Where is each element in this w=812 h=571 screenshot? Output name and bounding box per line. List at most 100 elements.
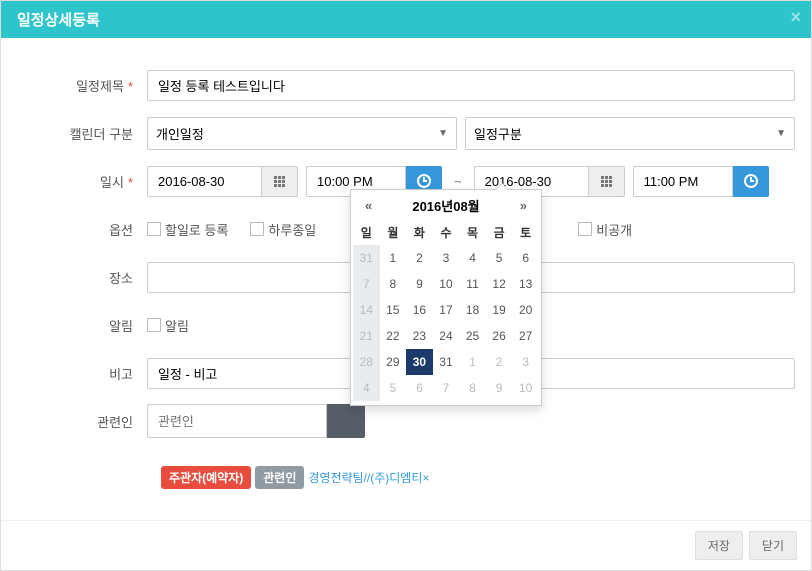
label-memo: 비고 <box>17 364 147 383</box>
modal-header: 일정상세등록 × <box>1 1 811 38</box>
calendar-day[interactable]: 6 <box>512 245 539 271</box>
calendar-day[interactable]: 7 <box>433 375 460 401</box>
caret-down-icon: ▼ <box>438 128 448 139</box>
calendar-day[interactable]: 7 <box>353 271 380 297</box>
date-range-separator: ~ <box>450 174 466 189</box>
calendar-weekday-header: 일 <box>353 219 380 245</box>
calendar-day[interactable]: 21 <box>353 323 380 349</box>
label-datetime: 일시* <box>17 172 147 191</box>
calendar-day[interactable]: 24 <box>433 323 460 349</box>
calendar-type-select[interactable]: 개인일정▼ <box>147 117 457 150</box>
checkbox-icon <box>578 222 592 236</box>
calendar-day[interactable]: 25 <box>459 323 486 349</box>
label-related: 관련인 <box>17 412 147 431</box>
required-mark: * <box>128 79 133 94</box>
calendar-day[interactable]: 2 <box>406 245 433 271</box>
calendar-day[interactable]: 10 <box>433 271 460 297</box>
calendar-grid-icon <box>274 176 285 187</box>
calendar-day[interactable]: 15 <box>380 297 407 323</box>
calendar-title: 2016년08월 <box>412 196 479 215</box>
calendar-day[interactable]: 8 <box>380 271 407 297</box>
modal-footer: 저장 닫기 <box>1 520 811 570</box>
calendar-day-selected[interactable]: 30 <box>406 349 433 375</box>
caret-down-icon: ▼ <box>776 128 786 139</box>
label-calendar: 캘린더 구분 <box>17 124 147 143</box>
calendar-day[interactable]: 11 <box>459 271 486 297</box>
calendar-day[interactable]: 9 <box>406 271 433 297</box>
calendar-weekday-header: 목 <box>459 219 486 245</box>
calendar-day[interactable]: 2 <box>486 349 513 375</box>
calendar-day[interactable]: 4 <box>353 375 380 401</box>
calendar-day[interactable]: 18 <box>459 297 486 323</box>
label-place: 장소 <box>17 268 147 287</box>
related-add-button[interactable] <box>327 404 365 438</box>
calendar-day[interactable]: 14 <box>353 297 380 323</box>
checkbox-icon <box>147 222 161 236</box>
label-alarm: 알림 <box>17 316 147 335</box>
calendar-weekday-header: 토 <box>512 219 539 245</box>
calendar-day[interactable]: 31 <box>353 245 380 271</box>
calendar-day[interactable]: 27 <box>512 323 539 349</box>
calendar-day[interactable]: 20 <box>512 297 539 323</box>
date-picker-popup: « 2016년08월 » 일월화수목금토 3112345678910111213… <box>350 189 542 406</box>
calendar-day[interactable]: 3 <box>512 349 539 375</box>
start-date-picker-button[interactable] <box>262 166 298 197</box>
option-todo[interactable]: 할일로 등록 <box>147 220 228 239</box>
start-date-input[interactable] <box>147 166 262 197</box>
subject-input[interactable] <box>147 70 795 101</box>
clock-icon <box>417 174 431 188</box>
calendar-day[interactable]: 1 <box>459 349 486 375</box>
calendar-day[interactable]: 10 <box>512 375 539 401</box>
calendar-day[interactable]: 31 <box>433 349 460 375</box>
calendar-day[interactable]: 12 <box>486 271 513 297</box>
clock-icon <box>744 174 758 188</box>
checkbox-icon <box>147 318 161 332</box>
calendar-grid: 일월화수목금토 31123456789101112131415161718192… <box>353 219 539 401</box>
calendar-grid-icon <box>601 176 612 187</box>
modal-close-button[interactable]: × <box>790 7 801 28</box>
option-alarm[interactable]: 알림 <box>147 316 189 335</box>
close-button[interactable]: 닫기 <box>749 531 797 560</box>
end-time-picker-button[interactable] <box>733 166 769 197</box>
end-date-picker-button[interactable] <box>589 166 625 197</box>
end-time-input[interactable] <box>633 166 733 197</box>
related-tags-row: 주관자(예약자) 관련인 경영전략팀//(주)디엠티× <box>161 466 795 489</box>
tag-owner: 주관자(예약자) <box>161 466 251 489</box>
calendar-day[interactable]: 28 <box>353 349 380 375</box>
calendar-day[interactable]: 29 <box>380 349 407 375</box>
label-subject: 일정제목* <box>17 76 147 95</box>
checkbox-icon <box>250 222 264 236</box>
option-private[interactable]: 비공개 <box>578 220 632 239</box>
schedule-modal: 일정상세등록 × 일정제목* 캘린더 구분 개인일정▼ 일정구분▼ <box>0 0 812 571</box>
calendar-weekday-header: 월 <box>380 219 407 245</box>
calendar-day[interactable]: 6 <box>406 375 433 401</box>
schedule-type-select[interactable]: 일정구분▼ <box>465 117 795 150</box>
calendar-day[interactable]: 19 <box>486 297 513 323</box>
calendar-day[interactable]: 22 <box>380 323 407 349</box>
calendar-next-button[interactable]: » <box>516 198 531 213</box>
calendar-day[interactable]: 1 <box>380 245 407 271</box>
calendar-day[interactable]: 23 <box>406 323 433 349</box>
remove-related-icon[interactable]: × <box>422 471 429 485</box>
modal-title: 일정상세등록 <box>17 12 100 29</box>
calendar-day[interactable]: 5 <box>486 245 513 271</box>
calendar-day[interactable]: 13 <box>512 271 539 297</box>
related-input[interactable] <box>147 404 327 438</box>
calendar-weekday-header: 수 <box>433 219 460 245</box>
calendar-day[interactable]: 17 <box>433 297 460 323</box>
calendar-weekday-header: 화 <box>406 219 433 245</box>
calendar-prev-button[interactable]: « <box>361 198 376 213</box>
calendar-day[interactable]: 8 <box>459 375 486 401</box>
tag-related: 관련인 <box>255 466 304 489</box>
label-options: 옵션 <box>17 220 147 239</box>
calendar-day[interactable]: 5 <box>380 375 407 401</box>
required-mark: * <box>128 175 133 190</box>
calendar-day[interactable]: 3 <box>433 245 460 271</box>
calendar-day[interactable]: 9 <box>486 375 513 401</box>
related-person-link[interactable]: 경영전략팀//(주)디엠티× <box>308 469 429 486</box>
save-button[interactable]: 저장 <box>695 531 743 560</box>
calendar-day[interactable]: 4 <box>459 245 486 271</box>
option-allday[interactable]: 하루종일 <box>250 220 316 239</box>
calendar-day[interactable]: 26 <box>486 323 513 349</box>
calendar-day[interactable]: 16 <box>406 297 433 323</box>
